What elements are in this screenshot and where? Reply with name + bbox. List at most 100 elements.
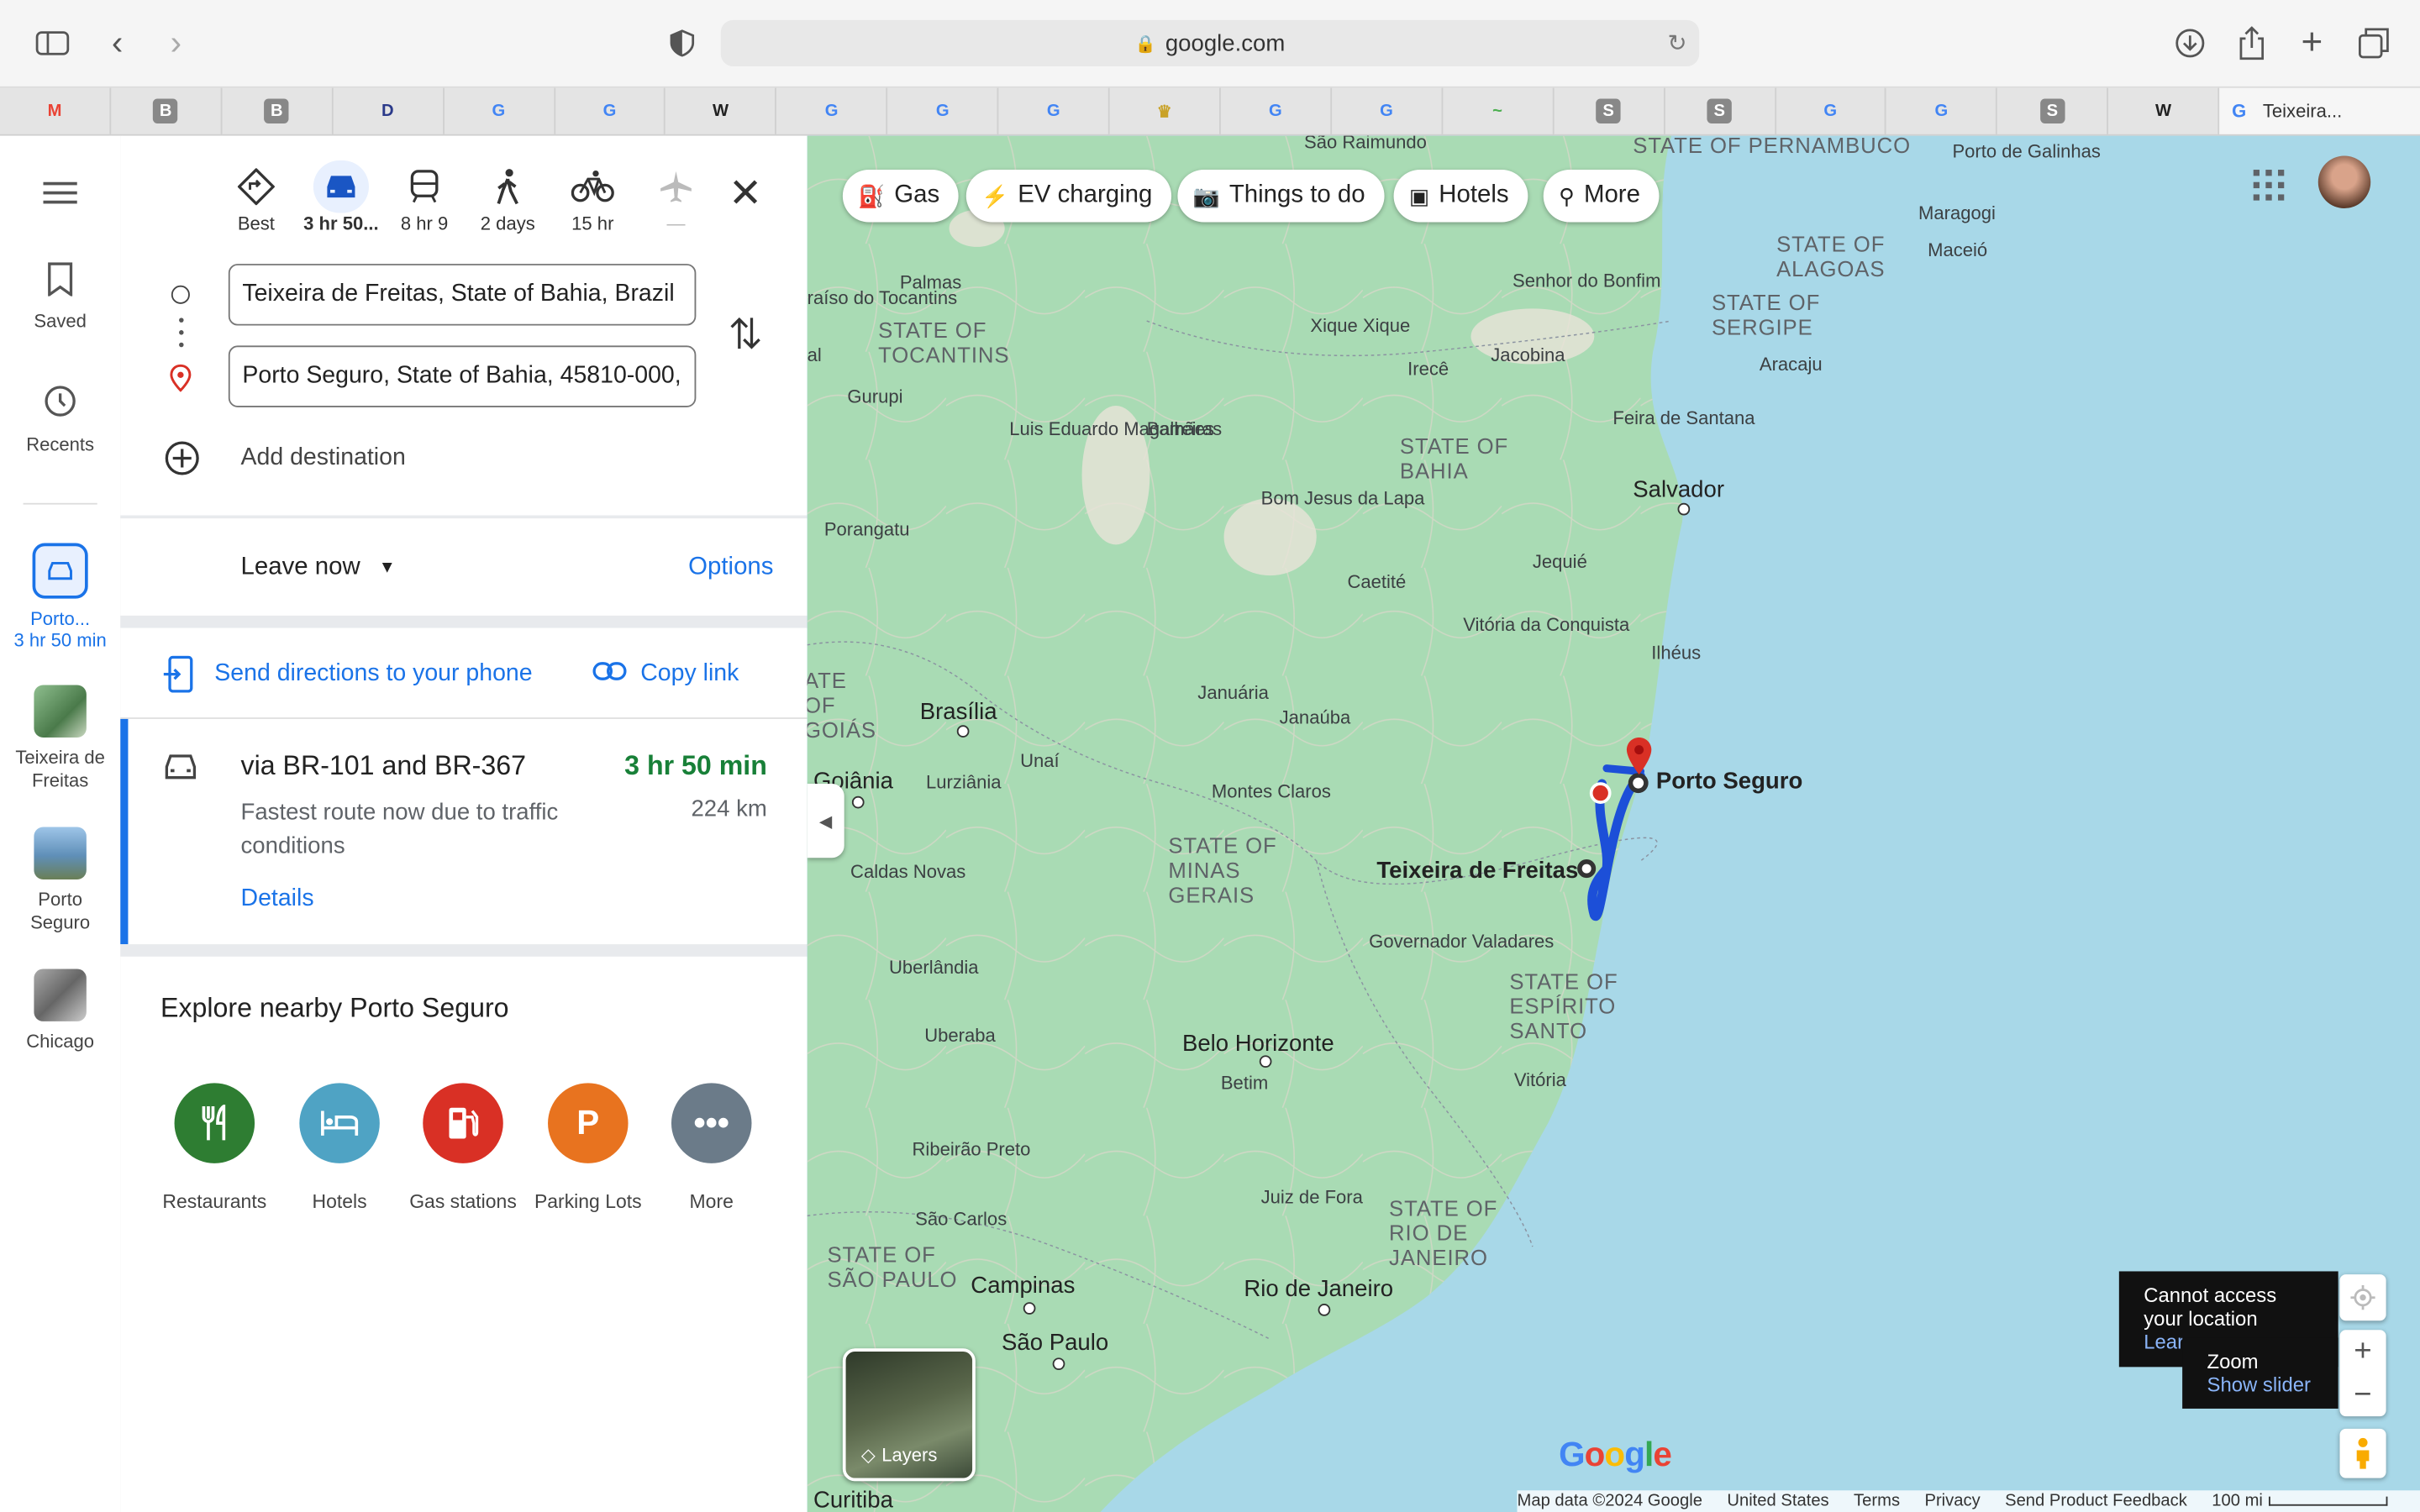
browser-tab[interactable]: ♛ bbox=[1110, 87, 1221, 134]
city-label-teixeira[interactable]: Teixeira de Freitas bbox=[1376, 858, 1578, 884]
zoom-in-icon[interactable]: + bbox=[2354, 1330, 2371, 1373]
mode-cycling[interactable]: 15 hr bbox=[554, 160, 631, 234]
close-icon[interactable]: ✕ bbox=[729, 170, 762, 218]
mode-driving[interactable]: 3 hr 50... bbox=[302, 160, 380, 234]
explore-gas-stations[interactable]: Gas stations bbox=[402, 1083, 525, 1213]
zoom-out-icon[interactable]: − bbox=[2354, 1373, 2371, 1416]
share-icon[interactable] bbox=[2230, 22, 2273, 65]
back-icon[interactable]: ‹ bbox=[96, 22, 139, 65]
mode-walking[interactable]: 2 days bbox=[469, 160, 546, 234]
explore-more[interactable]: ••• More bbox=[650, 1083, 773, 1213]
reload-icon[interactable]: ↻ bbox=[1667, 29, 1686, 57]
browser-tab[interactable]: W bbox=[666, 87, 777, 134]
browser-tab[interactable]: G bbox=[444, 87, 555, 134]
chip-hotels[interactable]: ▣ Hotels bbox=[1393, 170, 1528, 223]
saved-button[interactable]: Saved bbox=[0, 262, 120, 332]
chip-more[interactable]: ⚲ More bbox=[1543, 170, 1659, 223]
tab-favicon-icon: G bbox=[1823, 102, 1838, 121]
details-link[interactable]: Details bbox=[241, 885, 314, 913]
avatar[interactable] bbox=[2317, 155, 2371, 208]
add-destination-button[interactable]: Add destination bbox=[241, 444, 406, 472]
explore-parking-lots[interactable]: P Parking Lots bbox=[526, 1083, 650, 1213]
best-route-icon bbox=[218, 160, 295, 213]
browser-tab[interactable]: B bbox=[111, 87, 223, 134]
browser-tab[interactable]: D bbox=[333, 87, 445, 134]
browser-tab[interactable]: ~ bbox=[1443, 87, 1555, 134]
options-button[interactable]: Options bbox=[688, 554, 773, 581]
forward-icon[interactable]: › bbox=[155, 22, 197, 65]
mode-best[interactable]: Best bbox=[218, 160, 295, 234]
recent-place-porto-seguro[interactable]: Porto Seguro bbox=[0, 827, 120, 935]
leave-now-dropdown[interactable]: Leave now ▼ bbox=[241, 554, 396, 581]
swap-icon[interactable] bbox=[729, 315, 762, 360]
browser-tab[interactable]: G bbox=[1332, 87, 1443, 134]
privacy-link[interactable]: Privacy bbox=[1924, 1492, 1980, 1510]
restaurant-marker-icon[interactable] bbox=[1589, 782, 1612, 804]
apps-grid-icon[interactable] bbox=[2253, 170, 2285, 208]
explore-restaurants[interactable]: Restaurants bbox=[153, 1083, 276, 1213]
new-tab-icon[interactable]: + bbox=[2291, 22, 2333, 65]
town-label: al bbox=[807, 344, 822, 366]
active-browser-tab[interactable]: G Teixeira... bbox=[2219, 87, 2420, 134]
chip-things-to-do[interactable]: 📷 Things to do bbox=[1177, 170, 1384, 223]
city-label: Rio de Janeiro bbox=[1244, 1275, 1394, 1303]
address-bar[interactable]: 🔒 google.com ↻ bbox=[720, 19, 1700, 66]
bed-icon bbox=[299, 1083, 380, 1163]
city-label-porto-seguro[interactable]: Porto Seguro bbox=[1656, 769, 1803, 795]
send-to-phone-icon[interactable] bbox=[163, 655, 195, 701]
city-dot bbox=[1052, 1357, 1065, 1371]
destination-input[interactable]: Porto Seguro, State of Bahia, 45810-000, bbox=[228, 345, 697, 407]
browser-tab[interactable]: W bbox=[2108, 87, 2220, 134]
town-label: Porto de Galinhas bbox=[1952, 140, 2101, 162]
route-duration: 3 hr 50 min bbox=[624, 749, 767, 781]
explore-hotels[interactable]: Hotels bbox=[278, 1083, 402, 1213]
divider bbox=[120, 515, 808, 519]
chip-ev-charging[interactable]: ⚡ EV charging bbox=[965, 170, 1171, 223]
layers-button[interactable]: ◇ Layers bbox=[842, 1348, 976, 1482]
browser-tab[interactable]: G bbox=[999, 87, 1110, 134]
link-icon[interactable] bbox=[592, 660, 627, 690]
tab-favicon-icon: G bbox=[1269, 102, 1282, 121]
browser-tab[interactable]: G bbox=[1886, 87, 1998, 134]
show-slider-link[interactable]: Show slider bbox=[2207, 1373, 2314, 1397]
chip-gas[interactable]: ⛽ Gas bbox=[842, 170, 959, 223]
recent-place-teixeira[interactable]: Teixeira de Freitas bbox=[0, 685, 120, 794]
browser-tab[interactable]: G bbox=[555, 87, 666, 134]
shield-icon[interactable] bbox=[660, 22, 703, 65]
car-icon bbox=[32, 543, 88, 599]
browser-tab[interactable]: G bbox=[1776, 87, 1887, 134]
send-directions-button[interactable]: Send directions to your phone bbox=[214, 660, 532, 688]
collapse-panel-icon[interactable]: ◀ bbox=[807, 784, 844, 858]
destination-pin-icon[interactable] bbox=[1625, 736, 1653, 784]
browser-tab[interactable]: S bbox=[1665, 87, 1776, 134]
feedback-link[interactable]: Send Product Feedback bbox=[2005, 1492, 2187, 1510]
tab-favicon-icon: G bbox=[824, 102, 839, 121]
browser-tab[interactable]: S bbox=[1997, 87, 2109, 134]
copy-link-button[interactable]: Copy link bbox=[640, 660, 739, 688]
parking-icon: P bbox=[548, 1083, 629, 1163]
browser-tab[interactable]: G bbox=[888, 87, 999, 134]
origin-marker[interactable] bbox=[1577, 859, 1597, 879]
region-link[interactable]: United States bbox=[1727, 1492, 1828, 1510]
mode-flight[interactable]: — bbox=[638, 160, 715, 234]
recent-place-chicago[interactable]: Chicago bbox=[0, 969, 120, 1053]
browser-tab[interactable]: G bbox=[1221, 87, 1332, 134]
add-destination-icon[interactable] bbox=[164, 439, 201, 484]
browser-tab[interactable]: B bbox=[222, 87, 334, 134]
my-location-icon[interactable] bbox=[2339, 1274, 2386, 1321]
sidebar-toggle-icon[interactable] bbox=[31, 22, 74, 65]
menu-icon[interactable] bbox=[0, 179, 120, 212]
pegman-icon[interactable] bbox=[2339, 1428, 2386, 1478]
route-option[interactable]: via BR-101 and BR-367 3 hr 50 min 224 km… bbox=[120, 718, 807, 945]
recents-button[interactable]: Recents bbox=[0, 383, 120, 455]
terms-link[interactable]: Terms bbox=[1854, 1492, 1900, 1510]
download-icon[interactable] bbox=[2169, 22, 2212, 65]
origin-input[interactable]: Teixeira de Freitas, State of Bahia, Bra… bbox=[228, 264, 697, 326]
mode-transit[interactable]: 8 hr 9 bbox=[386, 160, 463, 234]
browser-tab[interactable]: M bbox=[0, 87, 112, 134]
map-canvas[interactable]: STATE OF PERNAMBUCO STATE OF ALAGOAS STA… bbox=[807, 135, 2420, 1512]
recent-trip-button[interactable]: Porto... 3 hr 50 min bbox=[0, 543, 120, 651]
browser-tab[interactable]: S bbox=[1554, 87, 1665, 134]
tab-overview-icon[interactable] bbox=[2352, 22, 2395, 65]
browser-tab[interactable]: G bbox=[777, 87, 888, 134]
